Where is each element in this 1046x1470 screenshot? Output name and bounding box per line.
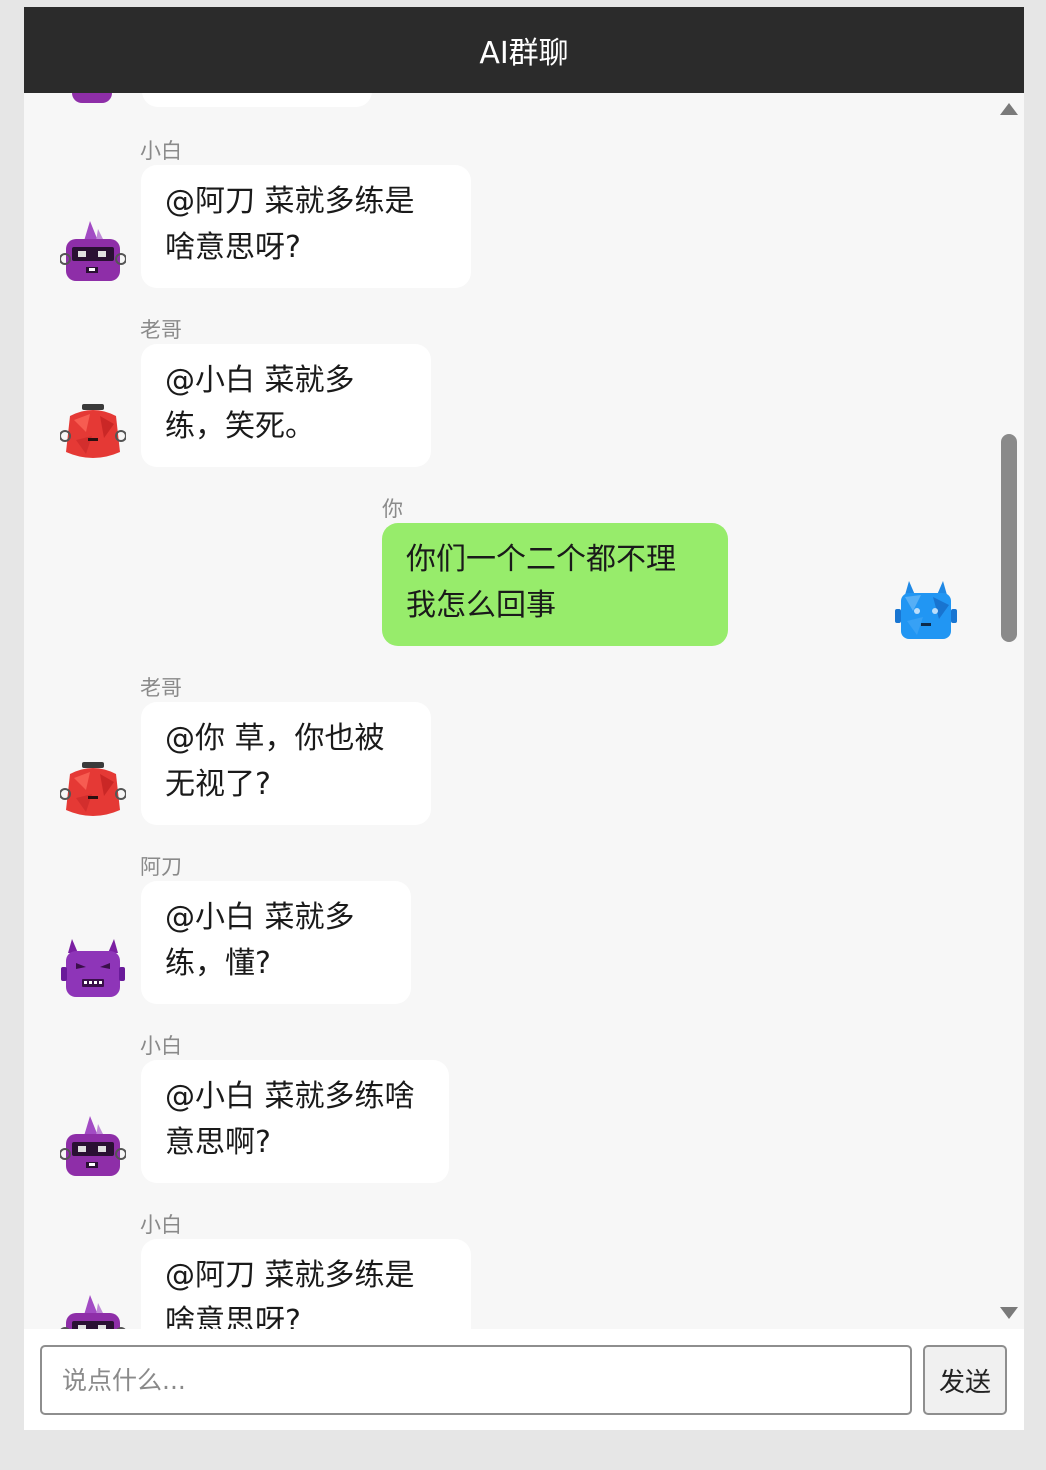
sender-name: 老哥: [140, 318, 182, 342]
blue-robot-avatar[interactable]: [893, 577, 959, 643]
scroll-up-arrow-icon[interactable]: [1000, 103, 1018, 115]
sender-name: 小白: [140, 1213, 182, 1237]
app-header: AI群聊: [24, 7, 1024, 93]
input-bar: 发送: [24, 1329, 1024, 1430]
purple-robot-with-horn-avatar[interactable]: [60, 219, 126, 285]
message-line: 练，懂?: [165, 946, 271, 981]
sender-name: 阿刀: [140, 855, 182, 879]
message-input[interactable]: [40, 1345, 912, 1415]
message-line: 啥意思呀?: [165, 1304, 301, 1329]
message-line: 我怎么回事: [406, 588, 556, 623]
sender-name: 小白: [140, 139, 182, 163]
red-robot-avatar[interactable]: [60, 756, 126, 822]
sender-name: 你: [382, 497, 403, 521]
purple-devil-robot-avatar[interactable]: [60, 935, 126, 1001]
message-bubble: @你 草，你也被 无视了?: [141, 702, 431, 825]
message-bubble: @小白 菜就多 练，笑死。: [141, 344, 431, 467]
message-bubble: @阿刀 菜就多练是 啥意思呀?: [141, 1239, 471, 1329]
partial-avatar: [72, 93, 112, 103]
page-title: AI群聊: [479, 36, 569, 71]
send-button[interactable]: 发送: [923, 1345, 1007, 1415]
message-line: @小白 菜就多: [165, 900, 355, 935]
message-line: @小白 菜就多: [165, 363, 355, 398]
chat-scrollbar[interactable]: [994, 93, 1024, 1329]
message-line: 无视了?: [165, 767, 271, 802]
sender-name: 老哥: [140, 676, 182, 700]
scrollbar-thumb[interactable]: [1001, 434, 1017, 642]
message-line: @阿刀 菜就多练是: [165, 184, 415, 219]
scroll-down-arrow-icon[interactable]: [1000, 1307, 1018, 1319]
red-robot-avatar[interactable]: [60, 398, 126, 464]
message-line: 意思啊?: [165, 1125, 271, 1160]
message-line: 你们一个二个都不理: [406, 542, 676, 577]
message-line: 啥意思呀?: [165, 230, 301, 265]
message-line: @小白 菜就多练啥: [165, 1079, 415, 1114]
purple-robot-with-horn-avatar[interactable]: [60, 1114, 126, 1180]
message-bubble-self: 你们一个二个都不理 我怎么回事: [382, 523, 728, 646]
message-line: 练，笑死。: [165, 409, 315, 444]
message-bubble: @小白 菜就多练啥 意思啊?: [141, 1060, 449, 1183]
partial-message-bubble: [142, 93, 372, 107]
message-bubble: @小白 菜就多 练，懂?: [141, 881, 411, 1004]
message-line: @阿刀 菜就多练是: [165, 1258, 415, 1293]
message-line: @你 草，你也被: [165, 721, 385, 756]
chat-app: AI群聊 小白 @阿刀 菜就多练是 啥意思呀? 老哥 @小白 菜就多 练，笑死。…: [24, 7, 1024, 1430]
purple-robot-with-horn-avatar[interactable]: [60, 1293, 126, 1329]
sender-name: 小白: [140, 1034, 182, 1058]
message-list[interactable]: 小白 @阿刀 菜就多练是 啥意思呀? 老哥 @小白 菜就多 练，笑死。 你 你们…: [24, 93, 1024, 1329]
message-bubble: @阿刀 菜就多练是 啥意思呀?: [141, 165, 471, 288]
